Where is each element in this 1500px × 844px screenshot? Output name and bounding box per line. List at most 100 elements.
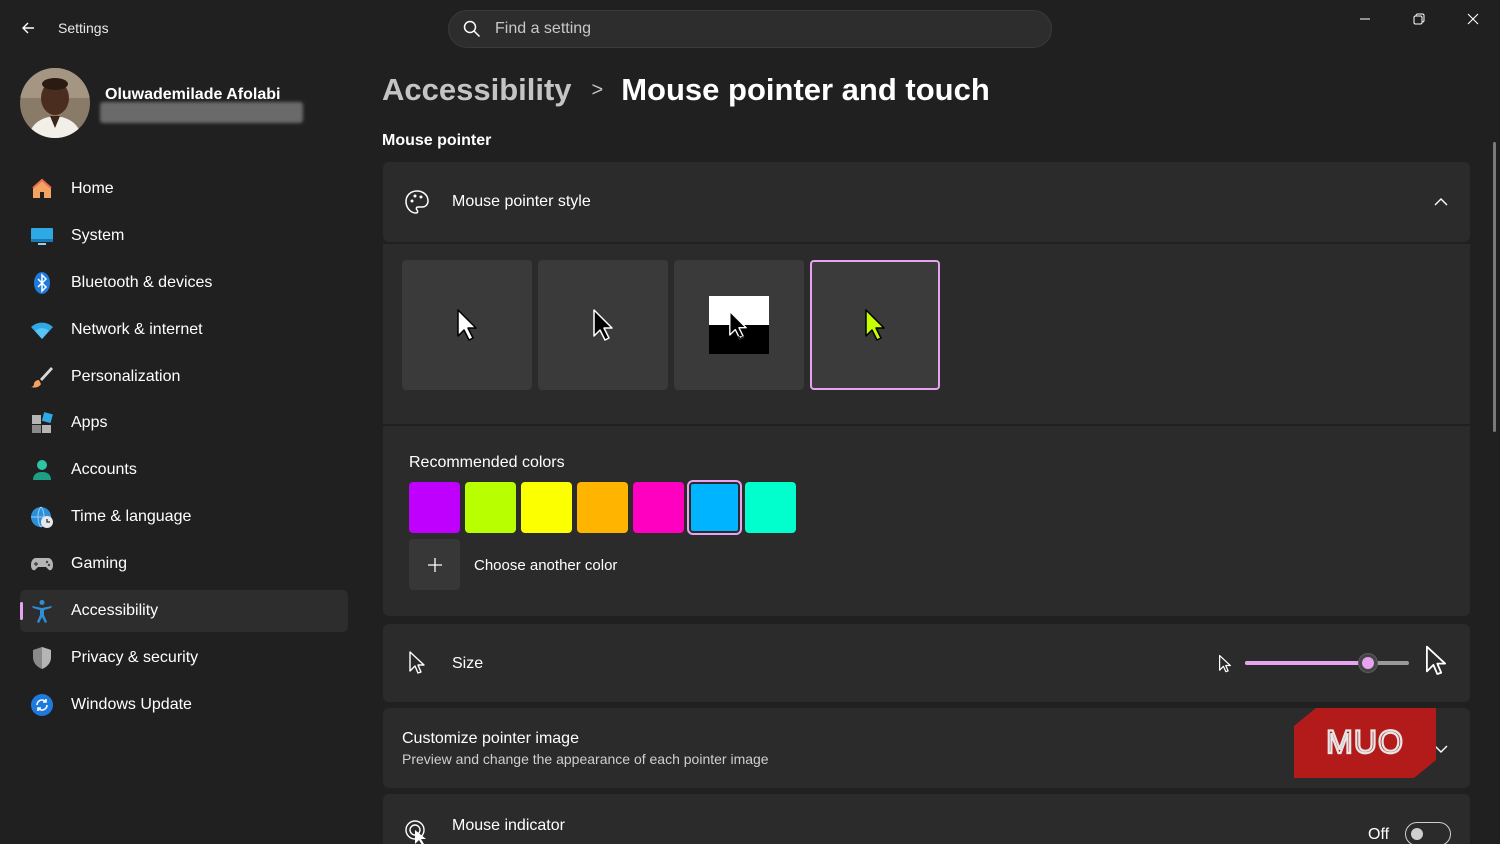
choose-color-label[interactable]: Choose another color (474, 557, 617, 574)
sidebar-item-label: Privacy & security (71, 648, 199, 666)
chevron-up-icon[interactable] (1432, 193, 1450, 211)
update-icon (30, 693, 54, 717)
account-icon (30, 458, 54, 482)
user-profile[interactable]: Oluwademilade Afolabi (20, 68, 340, 140)
sidebar-item-label: System (71, 226, 125, 244)
inverted-pointer-icon (729, 310, 747, 340)
sidebar-item-label: Bluetooth & devices (71, 273, 213, 291)
brush-icon (30, 365, 54, 389)
search-icon (463, 20, 481, 38)
restore-icon (1413, 13, 1425, 25)
profile-name: Oluwademilade Afolabi (105, 86, 281, 103)
small-pointer-icon (1217, 654, 1233, 679)
apps-icon (30, 411, 54, 435)
shield-icon (30, 646, 54, 670)
color-swatch-lime[interactable] (465, 482, 516, 533)
arrow-left-icon (22, 22, 34, 34)
sidebar-item-gaming[interactable]: Gaming (20, 543, 348, 585)
slider-thumb[interactable] (1358, 653, 1378, 673)
sidebar-item-label: Apps (71, 414, 108, 432)
pointer-icon (403, 649, 431, 677)
sidebar-item-label: Home (71, 180, 114, 197)
color-swatch-teal[interactable] (745, 482, 796, 533)
restore-button[interactable] (1392, 0, 1446, 38)
title-bar: Settings (0, 0, 1500, 56)
customize-title: Customize pointer image (402, 730, 579, 747)
sidebar-item-label: Accessibility (71, 602, 159, 620)
pointer-style-white[interactable] (402, 260, 532, 390)
sidebar-item-windows-update[interactable]: Windows Update (20, 684, 348, 726)
indicator-title: Mouse indicator (452, 817, 565, 834)
minimize-icon (1360, 18, 1370, 20)
sidebar-item-home[interactable]: Home (20, 168, 348, 210)
indicator-icon (403, 818, 431, 844)
choose-color-button[interactable] (409, 539, 460, 590)
sidebar-item-personalization[interactable]: Personalization (20, 356, 348, 398)
size-row: Size (383, 624, 1470, 702)
sidebar-nav: Home System Bluetooth & devices Network … (20, 168, 348, 731)
pointer-style-options (383, 244, 1470, 424)
size-title: Size (452, 655, 484, 672)
globe-clock-icon (30, 505, 54, 529)
sidebar-item-label: Accounts (71, 461, 137, 479)
system-icon (30, 224, 54, 248)
avatar-photo-icon (20, 68, 90, 138)
muo-watermark-logo: MUO (1294, 708, 1436, 778)
color-options: Recommended colors Choose another color (383, 426, 1470, 616)
search-box[interactable] (448, 10, 1052, 48)
pointer-style-inverted[interactable] (674, 260, 804, 390)
app-title: Settings (58, 20, 109, 36)
sidebar-item-bluetooth[interactable]: Bluetooth & devices (20, 262, 348, 304)
color-swatch-purple[interactable] (409, 482, 460, 533)
custom-pointer-icon (865, 309, 885, 341)
avatar (20, 68, 90, 138)
minimize-button[interactable] (1338, 0, 1392, 38)
back-button[interactable] (12, 14, 44, 42)
search-input[interactable] (495, 20, 1015, 38)
recommended-colors-label: Recommended colors (409, 454, 565, 471)
bluetooth-icon (30, 271, 54, 295)
large-pointer-icon (1423, 644, 1449, 683)
sidebar-item-accessibility[interactable]: Accessibility (20, 590, 348, 633)
pointer-style-custom[interactable] (810, 260, 940, 390)
gamepad-icon (30, 552, 54, 576)
mouse-indicator-row: Mouse indicator Off (383, 794, 1470, 844)
sidebar-item-label: Windows Update (71, 695, 192, 713)
mouse-indicator-toggle[interactable] (1405, 822, 1451, 844)
breadcrumb-parent-link[interactable]: Accessibility (382, 72, 572, 108)
inverted-preview (709, 296, 769, 354)
color-swatch-yellow[interactable] (521, 482, 572, 533)
sidebar-item-apps[interactable]: Apps (20, 402, 348, 444)
breadcrumb-separator: > (591, 78, 604, 101)
pointer-style-expander[interactable]: Mouse pointer style (383, 162, 1470, 242)
section-title: Mouse pointer (382, 132, 492, 149)
close-icon (1467, 13, 1479, 25)
accessibility-icon (30, 599, 54, 624)
color-swatch-pink[interactable] (633, 482, 684, 533)
sidebar-item-time-language[interactable]: Time & language (20, 496, 348, 538)
palette-icon (403, 188, 431, 216)
home-icon (30, 177, 54, 201)
scrollbar[interactable] (1493, 142, 1496, 432)
white-pointer-icon (457, 309, 477, 341)
pointer-style-black[interactable] (538, 260, 668, 390)
svg-text:MUO: MUO (1326, 724, 1404, 760)
sidebar-item-accounts[interactable]: Accounts (20, 449, 348, 491)
close-button[interactable] (1446, 0, 1500, 38)
sidebar-item-network[interactable]: Network & internet (20, 309, 348, 351)
toggle-state-label: Off (1368, 826, 1390, 843)
customize-subtitle: Preview and change the appearance of eac… (402, 751, 769, 767)
slider-fill (1245, 661, 1368, 665)
page-title: Mouse pointer and touch (621, 72, 990, 107)
sidebar-item-label: Personalization (71, 367, 181, 385)
size-slider[interactable] (1245, 653, 1409, 673)
pointer-style-title: Mouse pointer style (452, 193, 591, 210)
sidebar-item-label: Gaming (71, 555, 128, 573)
sidebar-item-label: Time & language (71, 508, 192, 526)
sidebar-item-system[interactable]: System (20, 215, 348, 257)
wifi-icon (30, 318, 54, 342)
color-swatch-blue[interactable] (687, 480, 742, 535)
color-swatch-orange[interactable] (577, 482, 628, 533)
profile-email-redacted (100, 102, 303, 123)
sidebar-item-privacy[interactable]: Privacy & security (20, 637, 348, 679)
